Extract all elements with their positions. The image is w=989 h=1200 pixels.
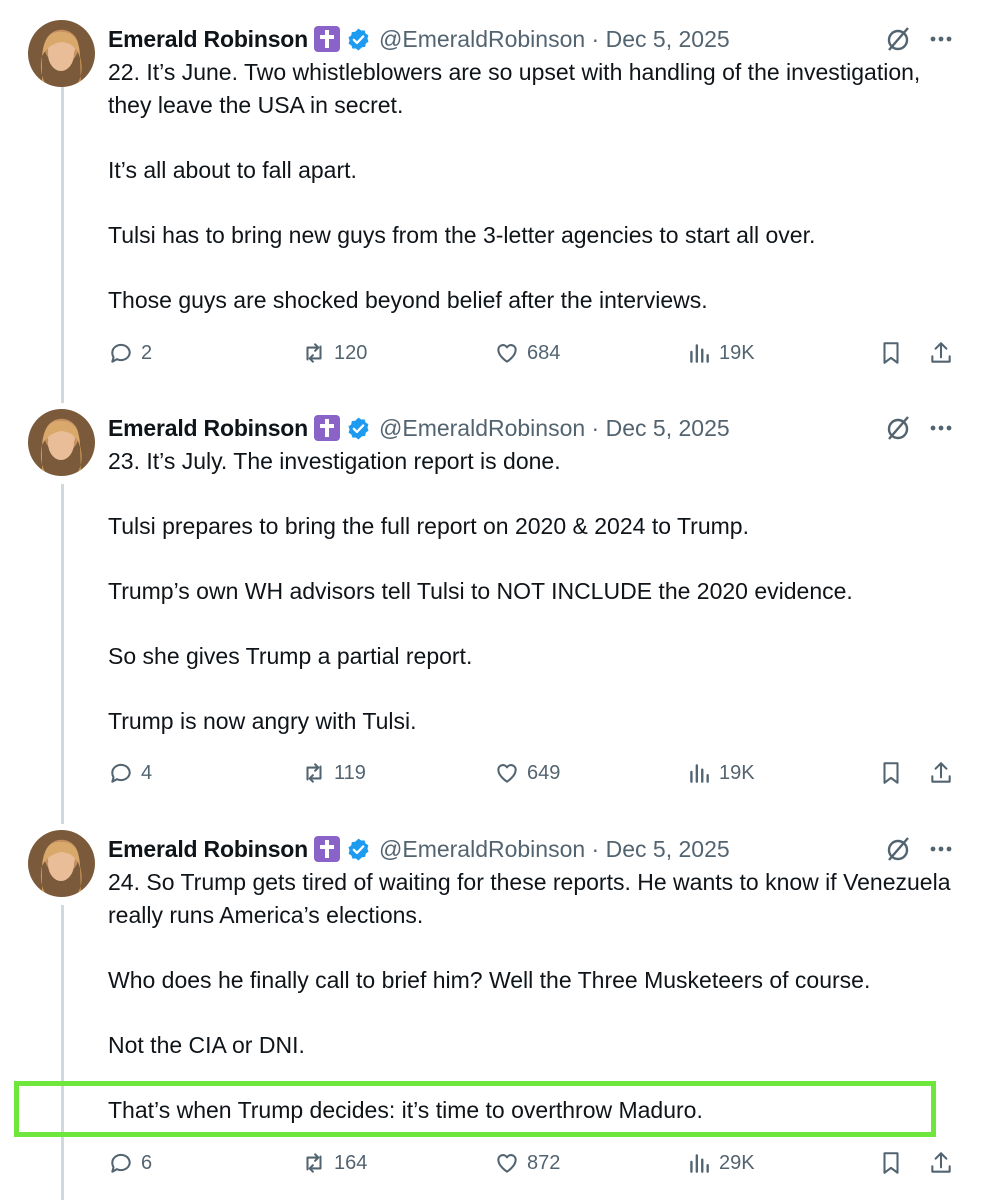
tweet-paragraph: Trump’s own WH advisors tell Tulsi to NO… <box>108 578 853 604</box>
reply-count: 6 <box>141 1151 153 1174</box>
bookmark-button[interactable] <box>878 1150 911 1176</box>
tweet-text: 23. It’s July. The investigation report … <box>108 445 968 738</box>
tweet-paragraph: 22. It’s June. Two whistleblowers are so… <box>108 59 921 118</box>
reply-button[interactable]: 4 <box>108 760 152 786</box>
repost-button[interactable]: 119 <box>301 760 366 786</box>
tweet-paragraph: 24. So Trump gets tired of waiting for t… <box>108 869 951 928</box>
repost-count: 119 <box>334 761 366 784</box>
reply-count: 2 <box>141 341 153 364</box>
view-count: 19K <box>719 341 755 364</box>
repost-icon <box>306 343 322 363</box>
author-handle[interactable]: @EmeraldRobinson · Dec 5, 2025 <box>379 26 730 53</box>
reply-icon <box>111 1153 131 1173</box>
share-icon <box>931 342 951 363</box>
like-count: 684 <box>527 341 561 364</box>
more-icon[interactable] <box>926 413 956 443</box>
like-count: 649 <box>527 761 561 784</box>
cross-badge-icon <box>314 26 340 52</box>
like-icon <box>497 344 517 363</box>
reply-button[interactable]: 6 <box>108 1150 152 1176</box>
bookmark-button[interactable] <box>878 760 911 786</box>
tweet-paragraph: It’s all about to fall apart. <box>108 157 357 183</box>
tweet-actions: 2 120 684 19K <box>108 340 958 374</box>
reply-button[interactable]: 2 <box>108 340 152 366</box>
grok-icon[interactable] <box>883 413 913 443</box>
avatar[interactable] <box>28 830 95 897</box>
more-icon[interactable] <box>926 24 956 54</box>
handle-text: @EmeraldRobinson <box>379 25 586 52</box>
repost-button[interactable]: 120 <box>301 340 367 366</box>
views-icon <box>690 344 709 363</box>
more-icon[interactable] <box>926 834 956 864</box>
tweet-actions: 6 164 872 29K <box>108 1150 958 1184</box>
like-icon <box>497 1154 517 1173</box>
avatar[interactable] <box>28 20 95 87</box>
bookmark-icon <box>883 762 899 784</box>
reply-count: 4 <box>141 761 153 784</box>
tweet-paragraph: Tulsi prepares to bring the full report … <box>108 513 749 539</box>
author-name[interactable]: Emerald Robinson <box>108 836 308 863</box>
handle-text: @EmeraldRobinson <box>379 414 586 441</box>
like-button[interactable]: 649 <box>494 760 560 786</box>
views-icon <box>690 764 709 783</box>
handle-text: @EmeraldRobinson <box>379 835 586 862</box>
reply-icon <box>111 343 131 363</box>
tweet-paragraph: 23. It’s July. The investigation report … <box>108 448 561 474</box>
author-name[interactable]: Emerald Robinson <box>108 26 308 53</box>
reply-icon <box>111 763 131 783</box>
views-button[interactable]: 19K <box>686 760 755 786</box>
verified-badge-icon <box>348 417 369 439</box>
repost-count: 164 <box>334 1151 368 1174</box>
tweet-paragraph: Who does he finally call to brief him? W… <box>108 967 871 993</box>
tweet-header: Emerald Robinson @EmeraldRobinson · Dec … <box>108 832 730 866</box>
tweet-date[interactable]: Dec 5, 2025 <box>606 836 730 862</box>
grok-icon[interactable] <box>883 24 913 54</box>
like-icon <box>497 764 517 783</box>
tweet-paragraph: So she gives Trump a partial report. <box>108 643 473 669</box>
views-button[interactable]: 29K <box>686 1150 755 1176</box>
tweet-23[interactable]: Emerald Robinson @EmeraldRobinson · Dec … <box>0 409 989 809</box>
tweet-paragraph: Trump is now angry with Tulsi. <box>108 708 417 734</box>
share-button[interactable] <box>928 1150 961 1176</box>
share-icon <box>931 762 951 783</box>
bookmark-button[interactable] <box>878 340 911 366</box>
verified-badge-icon <box>348 28 369 50</box>
tweet-22[interactable]: Emerald Robinson @EmeraldRobinson · Dec … <box>0 20 989 400</box>
grok-icon[interactable] <box>883 834 913 864</box>
bookmark-icon <box>883 342 899 364</box>
verified-badge-icon <box>348 838 369 860</box>
tweet-paragraph: Tulsi has to bring new guys from the 3-l… <box>108 222 816 248</box>
view-count: 19K <box>719 761 755 784</box>
author-handle[interactable]: @EmeraldRobinson · Dec 5, 2025 <box>379 415 730 442</box>
repost-count: 120 <box>334 341 368 364</box>
bookmark-icon <box>883 1152 899 1174</box>
views-icon <box>690 1154 709 1173</box>
share-button[interactable] <box>928 340 961 366</box>
tweet-paragraph: Not the CIA or DNI. <box>108 1032 305 1058</box>
share-icon <box>931 1152 951 1173</box>
tweet-24[interactable]: Emerald Robinson @EmeraldRobinson · Dec … <box>0 830 989 1200</box>
repost-icon <box>306 763 322 783</box>
like-count: 872 <box>527 1151 561 1174</box>
tweet-header: Emerald Robinson @EmeraldRobinson · Dec … <box>108 22 730 56</box>
tweet-paragraph: Those guys are shocked beyond belief aft… <box>108 287 708 313</box>
tweet-date[interactable]: Dec 5, 2025 <box>606 415 730 441</box>
like-button[interactable]: 872 <box>494 1150 560 1176</box>
cross-badge-icon <box>314 415 340 441</box>
tweet-date[interactable]: Dec 5, 2025 <box>606 26 730 52</box>
tweet-header: Emerald Robinson @EmeraldRobinson · Dec … <box>108 411 730 445</box>
author-handle[interactable]: @EmeraldRobinson · Dec 5, 2025 <box>379 836 730 863</box>
tweet-actions: 4 119 649 19K <box>108 760 958 794</box>
views-button[interactable]: 19K <box>686 340 755 366</box>
share-button[interactable] <box>928 760 961 786</box>
repost-icon <box>306 1153 322 1173</box>
like-button[interactable]: 684 <box>494 340 560 366</box>
repost-button[interactable]: 164 <box>301 1150 367 1176</box>
view-count: 29K <box>719 1151 755 1174</box>
highlight-box <box>14 1081 936 1137</box>
avatar[interactable] <box>28 409 95 476</box>
cross-badge-icon <box>314 836 340 862</box>
author-name[interactable]: Emerald Robinson <box>108 415 308 442</box>
tweet-text: 22. It’s June. Two whistleblowers are so… <box>108 56 968 317</box>
